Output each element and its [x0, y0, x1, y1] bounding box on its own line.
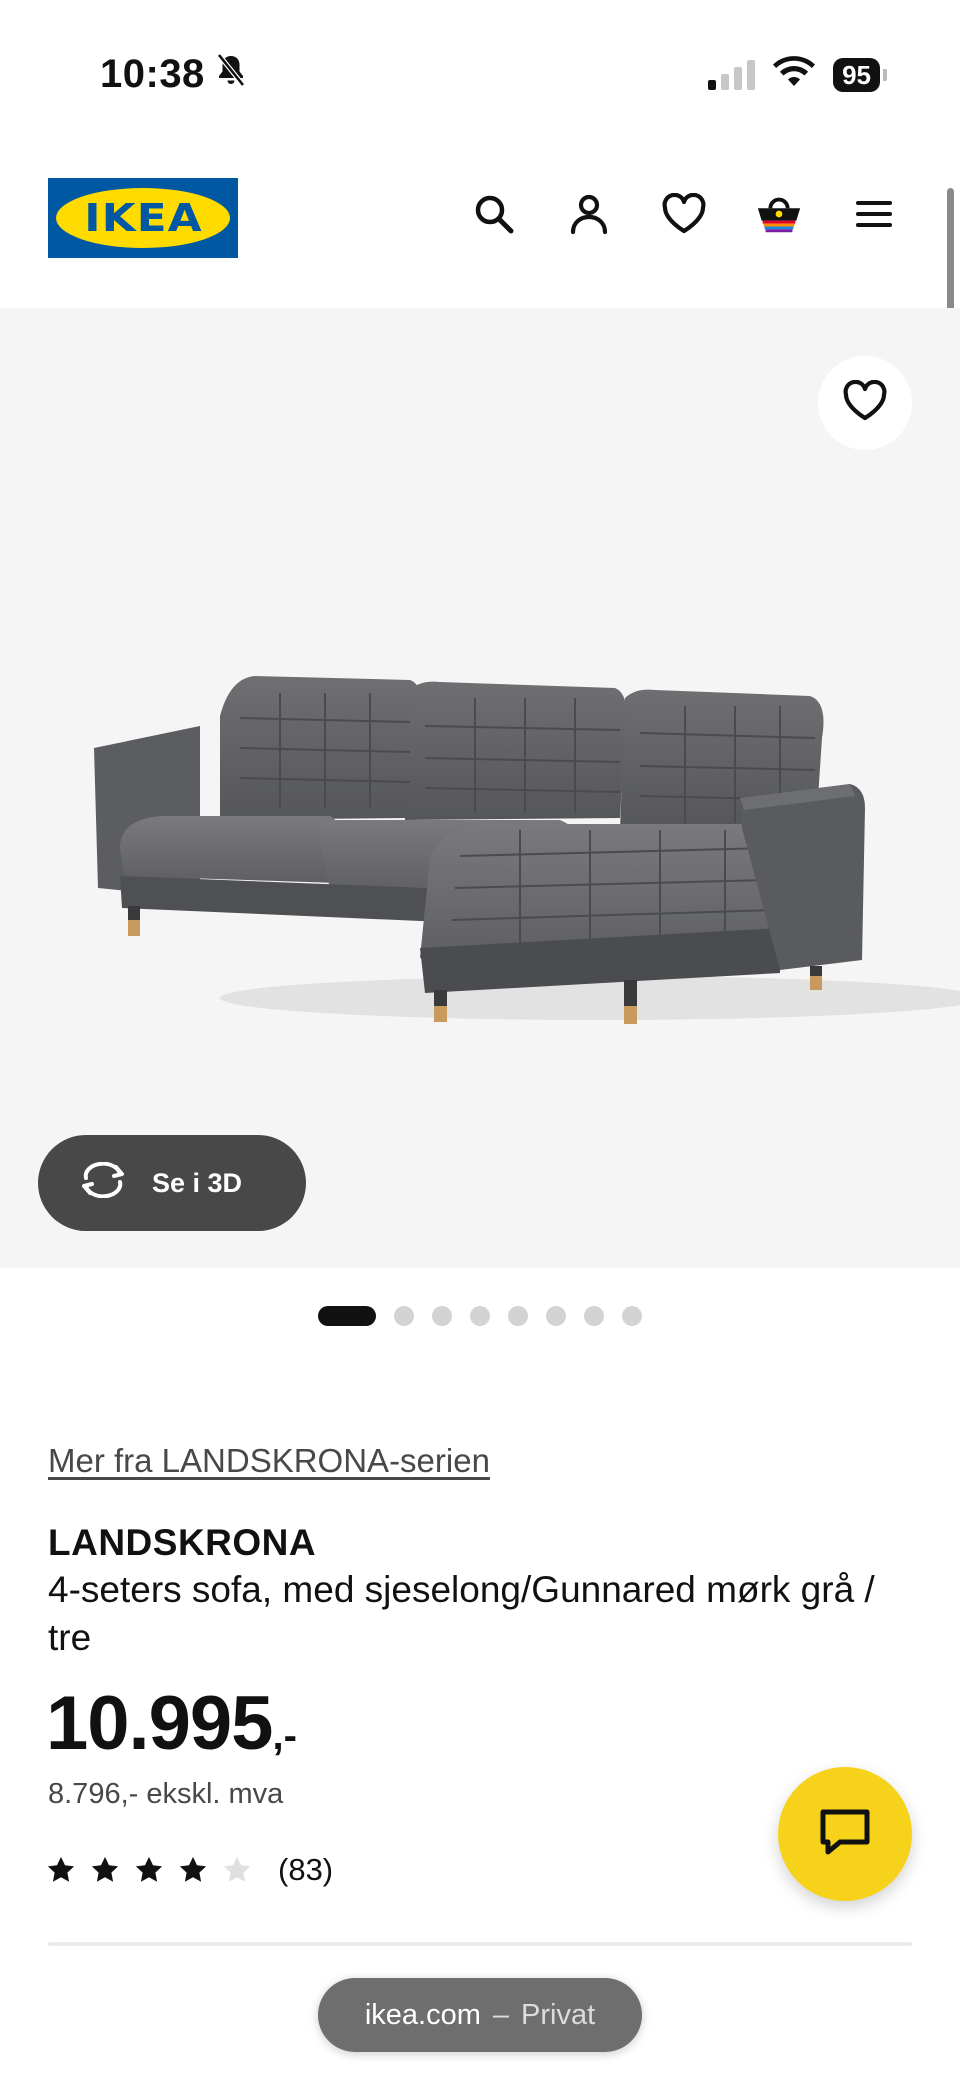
- heart-icon[interactable]: [660, 190, 708, 238]
- search-icon[interactable]: [470, 190, 518, 238]
- section-divider: [48, 1942, 912, 1946]
- bell-muted-icon: [215, 52, 247, 97]
- clock: 10:38: [100, 52, 205, 96]
- series-link[interactable]: Mer fra LANDSKRONA-serien: [48, 1442, 490, 1480]
- product-rating[interactable]: (83): [46, 1852, 333, 1888]
- status-time: 10:38: [100, 52, 247, 97]
- review-count: (83): [278, 1852, 334, 1887]
- menu-icon[interactable]: [850, 190, 898, 238]
- shopping-basket-icon[interactable]: [755, 190, 803, 238]
- wifi-icon: [773, 56, 816, 93]
- logo-oval: IKEA: [56, 188, 230, 248]
- heart-icon: [842, 379, 888, 427]
- carousel-dot[interactable]: [394, 1306, 414, 1326]
- sofa-product-image: [94, 676, 960, 1024]
- status-indicators: 95: [708, 56, 887, 93]
- battery-indicator: 95: [833, 57, 887, 92]
- carousel-dot[interactable]: [432, 1306, 452, 1326]
- browser-url-bar[interactable]: ikea.com – Privat: [318, 1978, 642, 2052]
- price-amount: 10.995: [46, 1681, 273, 1766]
- carousel-indicator: [0, 1306, 960, 1326]
- rotate-3d-icon: [78, 1161, 128, 1205]
- carousel-dot[interactable]: [470, 1306, 490, 1326]
- star-filled-icon: [91, 1856, 119, 1882]
- carousel-dot[interactable]: [546, 1306, 566, 1326]
- carousel-dot[interactable]: [622, 1306, 642, 1326]
- user-icon[interactable]: [565, 190, 613, 238]
- chat-bubble-icon: [818, 1807, 872, 1862]
- star-filled-icon: [47, 1856, 75, 1882]
- status-bar: 10:38 95: [0, 0, 960, 150]
- cellular-signal-icon: [708, 59, 756, 90]
- url-domain: ikea.com: [364, 1998, 481, 2031]
- product-name: LANDSKRONA: [48, 1522, 317, 1563]
- chat-button[interactable]: [778, 1767, 912, 1901]
- carousel-dot[interactable]: [584, 1306, 604, 1326]
- ikea-logo[interactable]: IKEA: [48, 178, 238, 258]
- url-separator: –: [492, 1998, 510, 2031]
- product-image-gallery[interactable]: Se i 3D: [0, 308, 960, 1268]
- star-filled-icon: [135, 1856, 163, 1882]
- price-ex-vat: 8.796,- ekskl. mva: [48, 1778, 284, 1810]
- view-in-3d-button[interactable]: Se i 3D: [38, 1135, 306, 1231]
- header-nav: [470, 190, 898, 238]
- site-header: IKEA: [0, 150, 960, 308]
- product-description: 4-seters sofa, med sjeselong/Gunnared mø…: [48, 1569, 875, 1658]
- carousel-dot[interactable]: [508, 1306, 528, 1326]
- private-mode-label: Privat: [521, 1998, 596, 2031]
- price-suffix: ,-: [272, 1714, 297, 1758]
- star-empty-icon: [223, 1856, 251, 1882]
- product-price: 10.995 ,-: [46, 1680, 297, 1767]
- view-in-3d-label: Se i 3D: [152, 1167, 243, 1198]
- star-filled-icon: [179, 1856, 207, 1882]
- add-to-favorites-button[interactable]: [818, 356, 912, 450]
- carousel-dot[interactable]: [318, 1306, 376, 1326]
- logo-text: IKEA: [83, 196, 203, 240]
